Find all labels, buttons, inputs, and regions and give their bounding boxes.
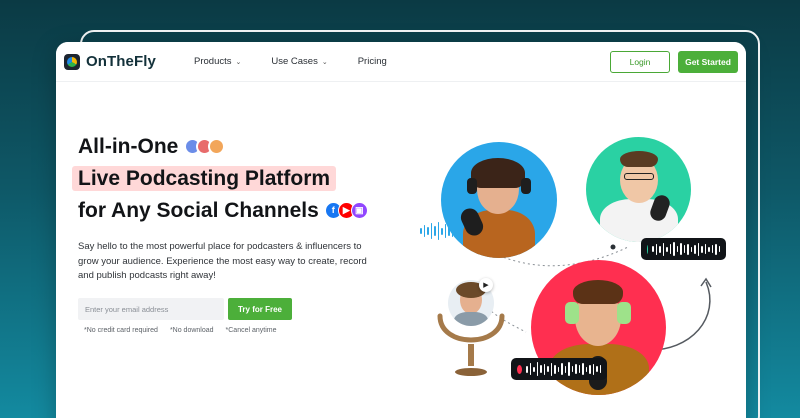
podcaster-photo-4 bbox=[531, 260, 666, 395]
get-started-button[interactable]: Get Started bbox=[678, 50, 738, 73]
audio-player-card[interactable] bbox=[511, 358, 607, 380]
audio-player-card[interactable] bbox=[641, 238, 726, 260]
audio-wave bbox=[420, 222, 457, 240]
hero-headline: All-in-One Live Podcasting Platform for … bbox=[72, 130, 378, 226]
hero-description: Say hello to the most powerful place for… bbox=[78, 241, 367, 282]
microphone-icon bbox=[437, 313, 505, 376]
headline-line-3: for Any Social Channels bbox=[78, 198, 319, 222]
chevron-down-icon: ⌄ bbox=[235, 58, 242, 66]
nav-item-pricing[interactable]: Pricing bbox=[358, 56, 387, 67]
browser-window: OnTheFly Products ⌄ Use Cases ⌄ Pricing … bbox=[56, 42, 746, 418]
nav-actions: Login Get Started bbox=[610, 50, 738, 73]
logo[interactable]: OnTheFly bbox=[64, 53, 182, 70]
microphone-icon bbox=[648, 193, 672, 223]
podcaster-photo-3 bbox=[448, 280, 494, 326]
navbar: OnTheFly Products ⌄ Use Cases ⌄ Pricing … bbox=[56, 42, 746, 82]
hero-section: All-in-One Live Podcasting Platform for … bbox=[72, 130, 378, 334]
note-item: *Cancel anytime bbox=[225, 327, 277, 335]
nav-item-use-cases[interactable]: Use Cases ⌄ bbox=[271, 56, 327, 67]
play-icon[interactable] bbox=[647, 244, 648, 254]
twitch-icon: ▣ bbox=[350, 201, 368, 219]
signup-form: Try for Free bbox=[78, 298, 378, 321]
email-input[interactable] bbox=[78, 298, 224, 321]
signup-notes: *No credit card required *No download *C… bbox=[78, 327, 378, 334]
microphone-icon bbox=[589, 356, 607, 390]
nav-item-label: Pricing bbox=[357, 56, 387, 67]
podcaster-photo-1 bbox=[441, 142, 557, 258]
nav-item-label: Use Cases bbox=[271, 56, 318, 67]
try-for-free-button[interactable]: Try for Free bbox=[228, 298, 292, 321]
curved-arrow-icon bbox=[645, 281, 711, 351]
logo-icon bbox=[64, 53, 80, 70]
nav-links: Products ⌄ Use Cases ⌄ Pricing bbox=[194, 56, 387, 67]
brand-name: OnTheFly bbox=[86, 53, 156, 70]
chevron-down-icon: ⌄ bbox=[321, 58, 328, 66]
avatar-group bbox=[184, 137, 226, 155]
play-icon[interactable]: ▶ bbox=[479, 278, 493, 292]
login-button[interactable]: Login bbox=[610, 50, 670, 73]
headline-line-1: All-in-One bbox=[78, 134, 179, 158]
headline-line-2: Live Podcasting Platform bbox=[72, 165, 337, 191]
avatar bbox=[208, 137, 226, 155]
microphone-icon bbox=[457, 205, 487, 239]
nav-item-label: Products bbox=[194, 56, 232, 67]
nav-item-products[interactable]: Products ⌄ bbox=[194, 56, 241, 67]
podcaster-photo-2 bbox=[586, 137, 691, 242]
social-icons: f ▶ ▣ bbox=[324, 201, 368, 219]
note-item: *No download bbox=[169, 327, 214, 335]
youtube-icon[interactable] bbox=[517, 364, 522, 374]
note-item: *No credit card required bbox=[84, 327, 158, 335]
